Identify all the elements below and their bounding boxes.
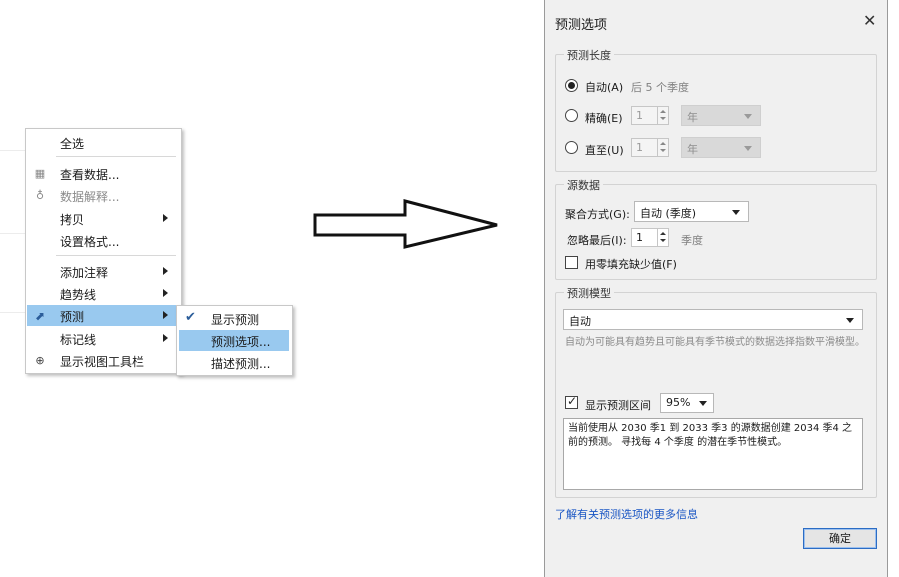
menu-item-copy[interactable]: 拷贝 <box>27 208 180 229</box>
aggregate-select[interactable]: 自动 (季度) <box>634 201 749 222</box>
menu-separator <box>56 255 176 256</box>
submenu-arrow-icon <box>163 214 168 222</box>
model-select[interactable]: 自动 <box>563 309 863 330</box>
forecast-icon: ⬈ <box>34 309 46 323</box>
menu-item-forecast[interactable]: ⬈ 预测 <box>27 305 180 326</box>
ignore-last-stepper[interactable]: 1 <box>631 228 669 247</box>
ignore-last-unit: 季度 <box>681 234 703 247</box>
menu-item-view-data[interactable]: ▦ 查看数据... <box>27 163 180 184</box>
chevron-down-icon <box>699 401 707 406</box>
show-interval-label[interactable]: 显示预测区间 <box>585 397 651 413</box>
chevron-down-icon <box>846 318 854 323</box>
context-menu: 全选 ▦ 查看数据... ♁ 数据解释... 拷贝 设置格式... 添加注释 趋… <box>25 128 182 374</box>
submenu-arrow-icon <box>163 334 168 342</box>
table-icon: ▦ <box>34 167 46 180</box>
aggregate-label: 聚合方式(G): <box>565 208 630 221</box>
right-arrow-icon <box>313 199 498 249</box>
menu-item-reference-lines[interactable]: 标记线 <box>27 328 180 349</box>
background-gridline <box>0 150 25 151</box>
exact-value-stepper[interactable]: 1 <box>631 106 669 125</box>
menu-item-trend-lines[interactable]: 趋势线 <box>27 283 180 304</box>
exact-unit-select[interactable]: 年 <box>681 105 761 126</box>
forecast-submenu: ✔ 显示预测 预测选项... 描述预测... <box>176 305 293 376</box>
radio-exact-label[interactable]: 精确(E) <box>585 110 623 126</box>
submenu-item-describe-forecast[interactable]: 描述预测... <box>179 352 289 373</box>
menu-item-explain-data: ♁ 数据解释... <box>27 185 180 206</box>
stepper-down-icon[interactable] <box>660 149 666 152</box>
fill-zero-label[interactable]: 用零填充缺少值(F) <box>585 256 677 272</box>
stepper-up-icon[interactable] <box>660 232 666 235</box>
radio-until-label[interactable]: 直至(U) <box>585 142 624 158</box>
until-value-stepper[interactable]: 1 <box>631 138 669 157</box>
fill-zero-checkbox[interactable] <box>565 256 578 269</box>
auto-hint: 后 5 个季度 <box>631 81 689 94</box>
stepper-down-icon[interactable] <box>660 239 666 242</box>
interval-select[interactable]: 95% <box>660 393 714 413</box>
forecast-summary-text: 当前使用从 2030 季1 到 2033 季3 的源数据创建 2034 季4 之… <box>563 418 863 490</box>
stepper-up-icon[interactable] <box>660 110 666 113</box>
chevron-down-icon <box>732 210 740 215</box>
radio-exact[interactable] <box>565 109 578 122</box>
background-gridline <box>0 233 25 234</box>
ok-button[interactable]: 确定 <box>803 528 877 549</box>
learn-more-link[interactable]: 了解有关预测选项的更多信息 <box>555 506 698 522</box>
close-icon[interactable]: ✕ <box>863 11 876 30</box>
ignore-last-label: 忽略最后(I): <box>567 234 627 247</box>
check-icon: ✔ <box>185 310 196 325</box>
menu-item-select-all[interactable]: 全选 <box>27 132 180 153</box>
until-unit-select[interactable]: 年 <box>681 137 761 158</box>
menu-item-show-view-toolbar[interactable]: ⊕ 显示视图工具栏 <box>27 350 180 371</box>
submenu-item-show-forecast[interactable]: ✔ 显示预测 <box>179 308 289 329</box>
submenu-arrow-icon <box>163 289 168 297</box>
lightbulb-icon: ♁ <box>35 189 45 202</box>
submenu-item-forecast-options[interactable]: 预测选项... <box>179 330 289 351</box>
forecast-options-dialog: 预测选项 ✕ 预测长度 自动(A) 后 5 个季度 精确(E) 1 年 直至(U… <box>544 0 888 577</box>
menu-separator <box>56 156 176 157</box>
model-description: 自动为可能具有趋势且可能具有季节模式的数据选择指数平滑模型。 <box>565 337 865 348</box>
submenu-arrow-icon <box>163 267 168 275</box>
chevron-down-icon <box>744 114 752 119</box>
radio-auto[interactable] <box>565 79 578 92</box>
submenu-arrow-icon <box>163 311 168 319</box>
zoom-icon: ⊕ <box>35 354 45 367</box>
background-gridline <box>0 312 25 313</box>
stepper-up-icon[interactable] <box>660 142 666 145</box>
stepper-down-icon[interactable] <box>660 117 666 120</box>
dialog-title: 预测选项 <box>555 18 608 33</box>
menu-item-format[interactable]: 设置格式... <box>27 230 180 251</box>
chevron-down-icon <box>744 146 752 151</box>
radio-until[interactable] <box>565 141 578 154</box>
show-interval-checkbox[interactable] <box>565 394 578 409</box>
menu-item-add-annotation[interactable]: 添加注释 <box>27 261 180 282</box>
radio-auto-label[interactable]: 自动(A) <box>585 79 623 95</box>
